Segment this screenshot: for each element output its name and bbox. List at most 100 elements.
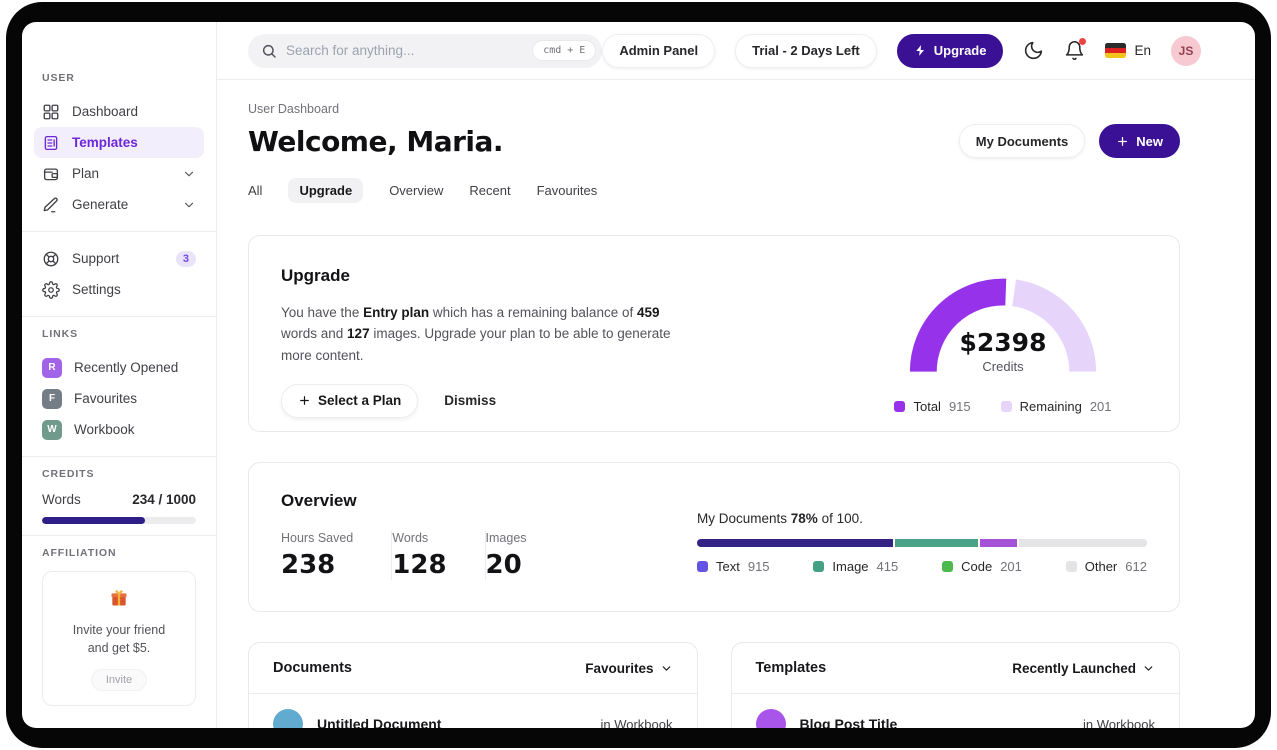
select-plan-button[interactable]: Select a Plan bbox=[281, 383, 419, 418]
tab-upgrade[interactable]: Upgrade bbox=[288, 178, 364, 203]
main-area: Search for anything... cmd + E Admin Pan… bbox=[217, 22, 1255, 728]
documents-filter-dropdown[interactable]: Favourites bbox=[585, 661, 672, 676]
bar-segment-image bbox=[892, 539, 979, 547]
legend-swatch bbox=[1000, 401, 1012, 412]
divider bbox=[22, 231, 216, 232]
list-item[interactable]: Blog Post Title in Workbook bbox=[732, 694, 1180, 728]
admin-panel-button[interactable]: Admin Panel bbox=[602, 33, 716, 68]
templates-icon bbox=[44, 135, 58, 150]
sidebar-item-label: Templates bbox=[72, 135, 138, 150]
content-area: User Dashboard Welcome, Maria. My Docume… bbox=[217, 80, 1255, 728]
grid-icon bbox=[43, 104, 59, 119]
legend-item-code: Code 201 bbox=[942, 559, 1022, 574]
credits-progress-fill bbox=[42, 517, 146, 524]
new-button[interactable]: New bbox=[1099, 124, 1180, 158]
document-location: in Workbook bbox=[600, 716, 673, 729]
bolt-icon bbox=[916, 45, 924, 56]
divider bbox=[22, 316, 216, 317]
link-initial-badge: F bbox=[42, 388, 62, 409]
tab-recent[interactable]: Recent bbox=[469, 178, 510, 203]
documents-card: Documents Favourites Untitled Document i… bbox=[248, 642, 698, 728]
sidebar-section-user: USER bbox=[42, 72, 75, 84]
documents-progress-caption: My Documents 78% of 100. bbox=[697, 511, 863, 526]
stat-words: Words 128 bbox=[392, 531, 447, 580]
sidebar-item-label: Recently Opened bbox=[74, 360, 179, 375]
document-title: Untitled Document bbox=[317, 716, 442, 728]
wallet-icon bbox=[43, 167, 59, 180]
sidebar: USER Dashboard Templates Plan Generate S… bbox=[22, 22, 217, 728]
app-window: USER Dashboard Templates Plan Generate S… bbox=[22, 22, 1255, 728]
templates-card-title: Templates bbox=[755, 660, 827, 676]
legend-item-image: Image 415 bbox=[813, 559, 898, 574]
chevron-down-icon bbox=[662, 665, 670, 671]
sidebar-item-label: Settings bbox=[72, 282, 121, 297]
upgrade-card: Upgrade You have the Entry plan which ha… bbox=[248, 235, 1180, 432]
dismiss-button[interactable]: Dismiss bbox=[444, 393, 496, 408]
legend-swatch bbox=[697, 561, 708, 572]
credits-words-label: Words bbox=[42, 492, 81, 507]
legend-swatch bbox=[813, 561, 825, 572]
sidebar-item-label: Plan bbox=[72, 166, 100, 181]
trial-status-button[interactable]: Trial - 2 Days Left bbox=[735, 33, 877, 68]
upgrade-button[interactable]: Upgrade bbox=[896, 33, 1004, 68]
tab-all[interactable]: All bbox=[248, 178, 262, 203]
chevron-down-icon bbox=[184, 171, 194, 176]
sidebar-item-dashboard[interactable]: Dashboard bbox=[34, 96, 204, 127]
legend-swatch bbox=[1065, 561, 1077, 572]
sidebar-item-label: Workbook bbox=[74, 422, 135, 437]
language-label[interactable]: En bbox=[1134, 43, 1151, 58]
sidebar-item-support[interactable]: Support 3 bbox=[34, 243, 204, 274]
gauge-legend: Total 915 Remaining 201 bbox=[883, 399, 1123, 414]
gear-icon bbox=[42, 280, 60, 299]
notifications-button[interactable] bbox=[1064, 38, 1087, 61]
sidebar-item-generate[interactable]: Generate bbox=[34, 189, 204, 220]
dark-mode-toggle[interactable] bbox=[1023, 40, 1044, 61]
overview-card-title: Overview bbox=[281, 491, 357, 510]
credits-progress-bar bbox=[42, 517, 196, 524]
template-avatar bbox=[755, 709, 786, 728]
language-flag-icon[interactable] bbox=[1105, 43, 1127, 58]
tab-overview[interactable]: Overview bbox=[389, 178, 443, 203]
overview-stats: Hours Saved 238 Words 128 Images 20 bbox=[281, 531, 565, 580]
templates-filter-dropdown[interactable]: Recently Launched bbox=[1012, 661, 1155, 676]
legend-item-total: Total 915 bbox=[894, 399, 971, 414]
breadcrumb: User Dashboard bbox=[248, 102, 340, 116]
sidebar-item-settings[interactable]: Settings bbox=[34, 274, 204, 305]
sidebar-section-credits: CREDITS bbox=[42, 468, 95, 480]
legend-item-remaining: Remaining 201 bbox=[1000, 399, 1112, 414]
invite-button[interactable]: Invite bbox=[90, 669, 148, 692]
list-item[interactable]: Untitled Document in Workbook bbox=[249, 694, 697, 728]
lifebuoy-icon bbox=[43, 251, 59, 266]
sidebar-item-label: Generate bbox=[72, 197, 129, 212]
overview-card: Overview Hours Saved 238 Words 128 Image… bbox=[248, 462, 1180, 612]
gauge-center-value: $2398 bbox=[959, 328, 1047, 357]
upgrade-card-title: Upgrade bbox=[281, 266, 350, 285]
legend-swatch bbox=[942, 561, 954, 572]
sidebar-link-workbook[interactable]: W Workbook bbox=[34, 414, 204, 445]
sidebar-item-templates[interactable]: Templates bbox=[34, 127, 204, 158]
credits-words-value: 234 / 1000 bbox=[132, 492, 196, 507]
search-shortcut-badge: cmd + E bbox=[532, 40, 597, 61]
legend-item-text: Text 915 bbox=[697, 559, 770, 574]
divider bbox=[22, 456, 216, 457]
link-initial-badge: R bbox=[42, 357, 62, 378]
sidebar-link-favourites[interactable]: F Favourites bbox=[34, 383, 204, 414]
link-initial-badge: W bbox=[42, 419, 62, 440]
plus-icon bbox=[300, 396, 309, 406]
sidebar-item-label: Support bbox=[72, 251, 120, 266]
upgrade-card-body: You have the Entry plan which has a rema… bbox=[281, 305, 671, 363]
sidebar-link-recently-opened[interactable]: R Recently Opened bbox=[34, 352, 204, 383]
affiliation-text: Invite your friend and get $5. bbox=[72, 623, 166, 656]
stat-hours-saved: Hours Saved 238 bbox=[281, 531, 354, 580]
credits-gauge-chart: $2398 Credits Total 915 Remaining 201 bbox=[883, 266, 1123, 431]
sidebar-section-links: LINKS bbox=[42, 328, 78, 340]
user-avatar[interactable]: JS bbox=[1171, 35, 1201, 66]
tab-favourites[interactable]: Favourites bbox=[537, 178, 598, 203]
my-documents-button[interactable]: My Documents bbox=[958, 124, 1086, 158]
sidebar-item-plan[interactable]: Plan bbox=[34, 158, 204, 189]
search-input[interactable]: Search for anything... cmd + E bbox=[248, 33, 603, 68]
plus-icon bbox=[1118, 136, 1128, 146]
bar-segment-other bbox=[1016, 539, 1147, 547]
bar-segment-code bbox=[978, 539, 1017, 547]
sidebar-item-label: Favourites bbox=[74, 391, 138, 406]
